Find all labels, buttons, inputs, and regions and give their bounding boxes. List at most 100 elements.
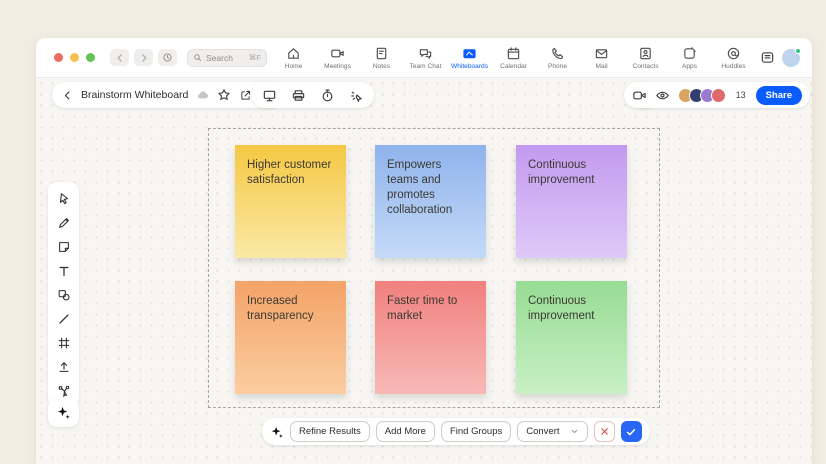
find-groups-button[interactable]: Find Groups — [441, 421, 511, 442]
sticky-note-text: Continuous improvement — [528, 159, 594, 186]
nav-label: Notes — [373, 63, 390, 70]
collaboration-toolbar: 13 Share — [624, 82, 810, 108]
contacts-icon — [638, 46, 653, 61]
nav-apps[interactable]: Apps — [669, 46, 710, 70]
nav-whiteboards[interactable]: Whiteboards — [449, 46, 490, 70]
sticky-note[interactable]: Faster time to market — [375, 281, 486, 394]
collaborator-count: 13 — [736, 90, 746, 100]
favorite-button[interactable] — [217, 88, 231, 102]
nav-label: Whiteboards — [451, 63, 488, 70]
huddles-icon — [726, 46, 741, 61]
present-button[interactable] — [262, 88, 277, 103]
sticky-note-tool-button[interactable] — [52, 237, 75, 257]
upload-tool-button[interactable] — [52, 357, 75, 377]
notes-icon — [374, 46, 389, 61]
follow-presenter-button[interactable] — [655, 88, 670, 103]
search-shortcut: ⌘F — [249, 53, 261, 62]
user-avatar[interactable] — [782, 49, 800, 67]
chevron-down-icon — [570, 427, 579, 436]
close-window-button[interactable] — [54, 53, 63, 62]
maximize-window-button[interactable] — [86, 53, 95, 62]
nav-calendar[interactable]: Calendar — [493, 46, 534, 70]
share-button[interactable]: Share — [756, 86, 802, 105]
nav-label: Huddles — [721, 63, 745, 70]
laser-pointer-icon — [349, 88, 364, 103]
home-icon — [286, 46, 301, 61]
nav-label: Mail — [595, 63, 607, 70]
chevron-left-icon — [115, 53, 125, 63]
print-button[interactable] — [291, 88, 306, 103]
chevron-left-icon — [62, 90, 73, 101]
tool-sidebar — [48, 182, 79, 408]
nav-huddles[interactable]: Huddles — [713, 46, 754, 70]
text-tool-button[interactable] — [52, 261, 75, 281]
shapes-tool-button[interactable] — [52, 285, 75, 305]
back-button[interactable] — [62, 90, 73, 101]
clock-history-icon — [162, 52, 173, 63]
board-title-toolbar: Brainstorm Whiteboard — [52, 82, 283, 108]
close-icon — [599, 426, 610, 437]
search-placeholder: Search — [206, 53, 233, 63]
accept-results-button[interactable] — [621, 421, 642, 442]
star-icon — [217, 88, 231, 102]
select-tool-button[interactable] — [52, 189, 75, 209]
nav-phone[interactable]: Phone — [537, 46, 578, 70]
shapes-icon — [57, 288, 71, 302]
pen-tool-button[interactable] — [52, 213, 75, 233]
collaborator-avatar — [711, 88, 726, 103]
nav-mail[interactable]: Mail — [581, 46, 622, 70]
recent-history-button[interactable] — [158, 49, 177, 66]
video-camera-icon — [632, 88, 647, 103]
refine-results-button[interactable]: Refine Results — [290, 421, 370, 442]
team-chat-icon — [418, 46, 433, 61]
sticky-note[interactable]: Higher customer satisfaction — [235, 145, 346, 258]
cloud-sync-icon — [196, 89, 209, 102]
export-button[interactable] — [239, 89, 252, 102]
history-back-button[interactable] — [110, 49, 129, 66]
nav-label: Apps — [682, 63, 697, 70]
sticky-note[interactable]: Continuous improvement — [516, 281, 627, 394]
frame-tool-button[interactable] — [52, 333, 75, 353]
reject-results-button[interactable] — [594, 421, 615, 442]
app-topbar: Search ⌘F Home Meetings Notes — [36, 38, 812, 78]
frame-icon — [57, 336, 71, 350]
history-forward-button[interactable] — [134, 49, 153, 66]
chevron-right-icon — [139, 53, 149, 63]
online-status-dot — [795, 48, 801, 54]
laser-pointer-button[interactable] — [349, 88, 364, 103]
timer-button[interactable] — [320, 88, 335, 103]
add-more-button[interactable]: Add More — [376, 421, 435, 442]
sticky-note[interactable]: Empowers teams and promotes collaboratio… — [375, 145, 486, 258]
mind-map-icon — [57, 384, 71, 398]
nav-label: Phone — [548, 63, 567, 70]
sticky-note-text: Continuous improvement — [528, 295, 594, 322]
ai-results-toolbar: Refine Results Add More Find Groups Conv… — [262, 418, 650, 445]
apps-icon — [682, 46, 697, 61]
line-tool-button[interactable] — [52, 309, 75, 329]
sticky-note-text: Higher customer satisfaction — [247, 159, 331, 186]
nav-team-chat[interactable]: Team Chat — [405, 46, 446, 70]
cursor-icon — [57, 192, 71, 206]
nav-meetings[interactable]: Meetings — [317, 46, 358, 70]
search-input[interactable]: Search ⌘F — [187, 49, 267, 67]
minimize-panel-button[interactable] — [760, 50, 775, 65]
sticky-note-text: Empowers teams and promotes collaboratio… — [387, 159, 452, 216]
sticky-note[interactable]: Continuous improvement — [516, 145, 627, 258]
minimize-window-button[interactable] — [70, 53, 79, 62]
main-navigation: Home Meetings Notes Team Chat Whiteboard… — [273, 46, 754, 70]
collaborator-avatars[interactable] — [678, 88, 726, 103]
video-call-button[interactable] — [632, 88, 647, 103]
nav-home[interactable]: Home — [273, 46, 314, 70]
eye-icon — [655, 88, 670, 103]
ai-assistant-button[interactable] — [48, 398, 79, 427]
nav-notes[interactable]: Notes — [361, 46, 402, 70]
sticky-note-text: Faster time to market — [387, 295, 457, 322]
nav-contacts[interactable]: Contacts — [625, 46, 666, 70]
export-icon — [239, 89, 252, 102]
whiteboard-canvas[interactable]: Higher customer satisfaction Empowers te… — [36, 78, 812, 464]
present-screen-icon — [262, 88, 277, 103]
phone-icon — [550, 46, 565, 61]
upload-icon — [57, 360, 71, 374]
sticky-note[interactable]: Increased transparency — [235, 281, 346, 394]
convert-dropdown[interactable]: Convert — [517, 421, 587, 442]
